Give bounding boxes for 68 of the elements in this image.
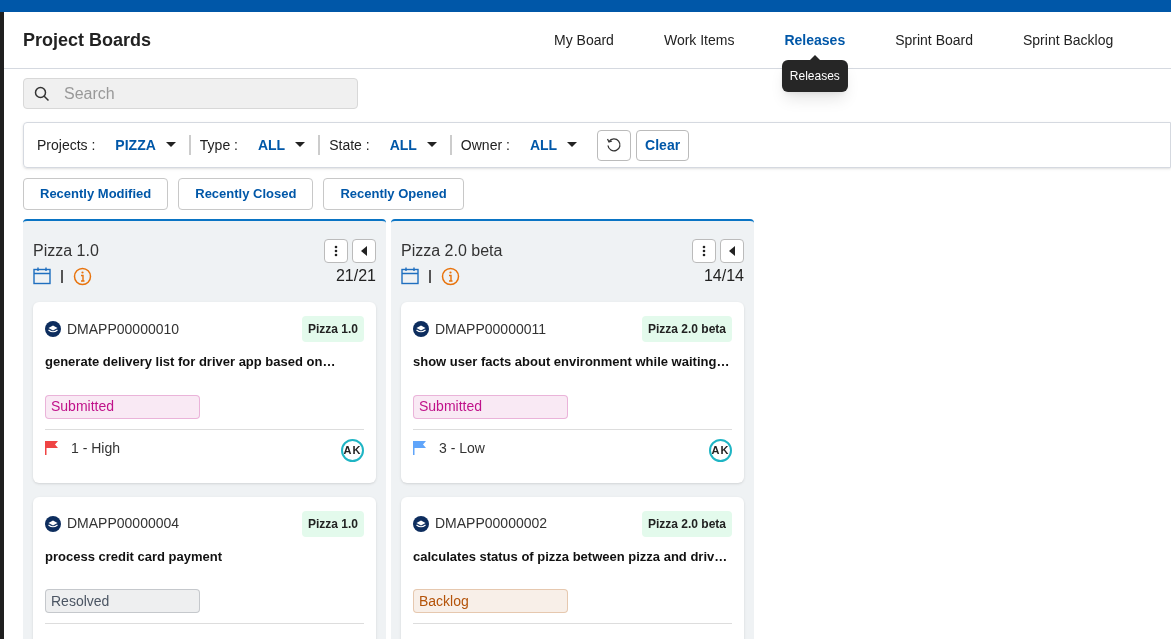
filter-dropdown[interactable]: ALL bbox=[529, 134, 582, 156]
caret-icon bbox=[567, 142, 578, 149]
collapse-button[interactable] bbox=[352, 239, 376, 263]
work-item-card[interactable]: DMAPP00000011 Pizza 2.0 beta show user facts about environment while waiting… Submitted 3 - Low AK bbox=[401, 302, 744, 483]
item-id: DMAPP00000002 bbox=[435, 514, 548, 533]
clear-button[interactable]: Clear bbox=[636, 129, 690, 161]
collapse-button[interactable] bbox=[720, 239, 744, 263]
filter-label: Owner : bbox=[460, 135, 510, 155]
nav-tab[interactable]: My Board bbox=[554, 29, 614, 51]
item-type-icon bbox=[413, 515, 429, 532]
item-type-icon bbox=[45, 321, 61, 337]
item-type-icon bbox=[413, 321, 429, 337]
filter-button[interactable]: Recently Opened bbox=[323, 178, 464, 210]
filter-button[interactable]: Recently Closed bbox=[178, 178, 314, 210]
work-item-card[interactable]: DMAPP00000002 Pizza 2.0 beta calculates status of pizza between pizza and driv… Backlog bbox=[401, 496, 744, 639]
nav-tab[interactable]: Work Items bbox=[663, 29, 735, 51]
status-tag: Submitted bbox=[45, 394, 200, 419]
item-type-icon bbox=[45, 515, 61, 532]
filter-dropdown[interactable]: ALL bbox=[389, 134, 441, 156]
release-tag: Pizza 1.0 bbox=[301, 510, 364, 537]
status-tag: Submitted bbox=[413, 394, 568, 419]
search-icon bbox=[34, 86, 50, 103]
item-id: DMAPP00000011 bbox=[435, 319, 547, 339]
refresh-icon bbox=[606, 137, 623, 154]
work-item-card[interactable]: DMAPP00000010 Pizza 1.0 generate delivery list for driver app based on… Submitted 1 - High AK bbox=[33, 302, 376, 483]
item-title: process credit card payment bbox=[45, 547, 224, 566]
work-item-card[interactable]: DMAPP00000004 Pizza 1.0 process credit card payment Resolved bbox=[33, 496, 376, 639]
app-title: Project Boards bbox=[23, 28, 153, 52]
item-count: 21/21 bbox=[335, 266, 376, 286]
triangle-left-icon bbox=[729, 246, 735, 256]
release-tag: Pizza 2.0 beta bbox=[641, 510, 732, 537]
caret-icon bbox=[165, 142, 176, 149]
item-id: DMAPP00000004 bbox=[67, 514, 180, 533]
nav-tab[interactable]: Sprint Board bbox=[895, 29, 973, 51]
calendar-icon bbox=[401, 267, 419, 285]
avatar: AK bbox=[341, 438, 364, 462]
item-title: calculates status of pizza between pizza and driv… bbox=[413, 547, 729, 566]
search-field[interactable]: Search bbox=[23, 78, 358, 110]
filter-dropdown[interactable]: PIZZA bbox=[115, 134, 180, 156]
caret-icon bbox=[295, 142, 306, 149]
info-icon bbox=[73, 266, 92, 286]
filter-dropdown[interactable]: ALL bbox=[257, 134, 310, 156]
priority-label: 3 - Low bbox=[439, 438, 485, 458]
avatar: AK bbox=[709, 438, 732, 462]
release-tag: Pizza 2.0 beta bbox=[641, 316, 732, 342]
caret-icon bbox=[426, 142, 437, 149]
column-title: Pizza 2.0 beta bbox=[401, 241, 503, 261]
status-tag: Resolved bbox=[45, 589, 200, 613]
calendar-icon bbox=[33, 267, 51, 285]
more-icon bbox=[334, 245, 338, 257]
nav-tab[interactable]: Releases bbox=[784, 29, 846, 51]
info-icon bbox=[441, 266, 460, 286]
release-tag: Pizza 1.0 bbox=[301, 316, 364, 342]
priority-label: 1 - High bbox=[71, 438, 121, 458]
more-icon bbox=[702, 245, 706, 257]
nav-tab[interactable]: Sprint Backlog bbox=[1023, 29, 1114, 51]
item-id: DMAPP00000010 bbox=[67, 319, 180, 339]
filter-label: Projects : bbox=[37, 135, 96, 155]
triangle-left-icon bbox=[361, 246, 367, 256]
refresh-button[interactable] bbox=[597, 129, 632, 161]
status-tag: Backlog bbox=[413, 589, 568, 613]
item-title: generate delivery list for driver app based on… bbox=[45, 353, 337, 371]
item-count: 14/14 bbox=[703, 266, 744, 286]
filter-button[interactable]: Recently Modified bbox=[23, 178, 169, 210]
filter-label: State : bbox=[329, 135, 370, 155]
column-title: Pizza 1.0 bbox=[33, 241, 99, 261]
item-title: show user facts about environment while waiting… bbox=[413, 353, 731, 371]
filter-label: Type : bbox=[199, 135, 238, 155]
